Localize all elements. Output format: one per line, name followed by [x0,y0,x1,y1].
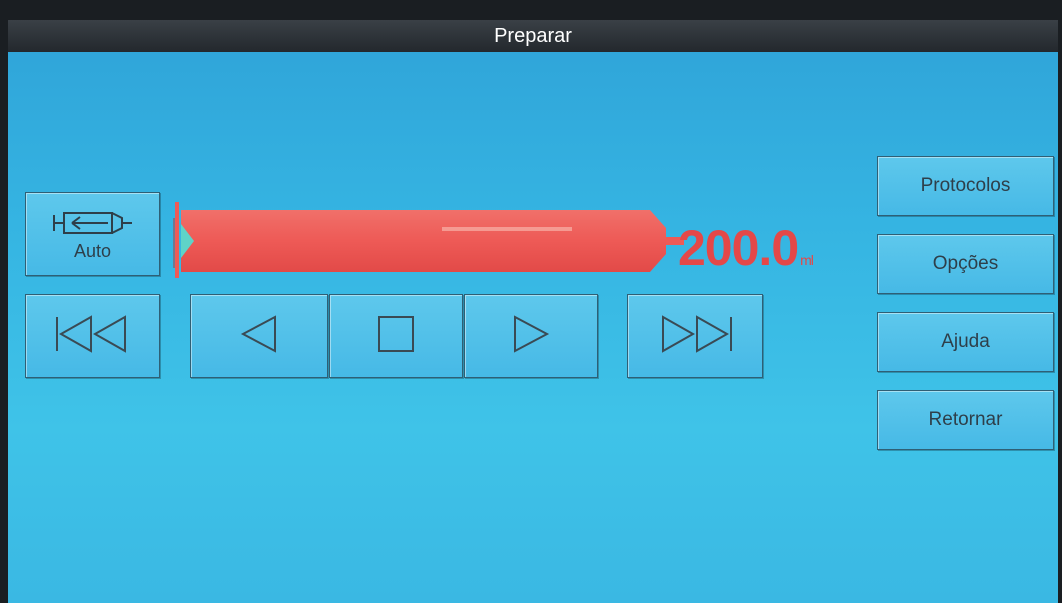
step-back-icon [239,314,279,359]
volume-readout: 200.0 ml [678,220,814,285]
step-back-button[interactable] [190,294,328,378]
options-button[interactable]: Opções [877,234,1054,294]
help-button[interactable]: Ajuda [877,312,1054,372]
window-title: Preparar [8,20,1058,52]
step-forward-icon [511,314,551,359]
skip-to-start-icon [53,314,133,359]
volume-value: 200.0 [678,220,799,276]
stop-button[interactable] [329,294,463,378]
syringe-icon [50,206,136,245]
step-forward-button[interactable] [464,294,598,378]
syringe-volume-bar [172,198,692,280]
skip-to-start-button[interactable] [25,294,160,378]
volume-unit: ml [800,252,814,268]
fill-bar [181,210,666,272]
screen: Preparar Auto 200.0 ml Protocolos Opções… [8,20,1058,603]
return-button[interactable]: Retornar [877,390,1054,450]
protocols-button[interactable]: Protocolos [877,156,1054,216]
auto-syringe-button[interactable]: Auto [25,192,160,276]
skip-to-end-icon [655,314,735,359]
skip-to-end-button[interactable] [627,294,763,378]
stop-icon [376,314,416,359]
auto-label: Auto [73,241,112,261]
